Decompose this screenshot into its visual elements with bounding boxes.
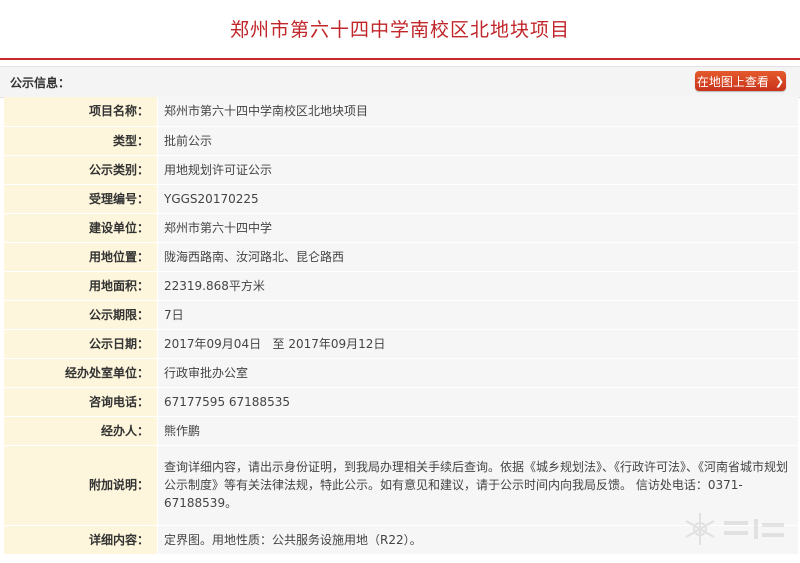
row-office: 经办处室单位： 行政审批办公室 <box>4 358 798 388</box>
label-notes: 附加说明： <box>4 445 158 526</box>
value-office: 行政审批办公室 <box>157 358 798 388</box>
label-dates: 公示日期： <box>4 329 158 359</box>
value-builder: 郑州市第六十四中学 <box>157 213 798 243</box>
page: 郑州市第六十四中学南校区北地块项目 公示信息： 在地图上查看 ❯ 项目名称： 郑… <box>0 0 800 563</box>
value-acceptance-number: YGGS20170225 <box>157 184 798 214</box>
value-area: 22319.868平方米 <box>157 271 798 301</box>
value-dates: 2017年09月04日 至 2017年09月12日 <box>157 329 798 359</box>
value-phone: 67177595 67188535 <box>157 387 798 417</box>
value-handler: 熊作鹏 <box>157 416 798 446</box>
row-notes: 附加说明： 查询详细内容，请出示身份证明，到我局办理相关手续后查询。依据《城乡规… <box>4 445 798 526</box>
label-type: 类型： <box>4 126 158 156</box>
label-office: 经办处室单位： <box>4 358 158 388</box>
row-dates: 公示日期： 2017年09月04日 至 2017年09月12日 <box>4 329 798 359</box>
row-location: 用地位置： 陇海西路南、汝河路北、昆仑路西 <box>4 242 798 272</box>
info-header: 公示信息： 在地图上查看 ❯ <box>0 66 800 98</box>
row-period: 公示期限： 7日 <box>4 300 798 330</box>
view-on-map-label: 在地图上查看 <box>696 74 769 89</box>
row-category: 公示类别： 用地规划许可证公示 <box>4 155 798 185</box>
label-details: 详细内容： <box>4 525 158 555</box>
row-acceptance-number: 受理编号： YGGS20170225 <box>4 184 798 214</box>
chevron-right-icon: ❯ <box>774 74 785 88</box>
label-location: 用地位置： <box>4 242 158 272</box>
row-phone: 咨询电话： 67177595 67188535 <box>4 387 798 417</box>
value-details: 定界图。用地性质：公共服务设施用地（R22）。 <box>157 525 798 555</box>
value-location: 陇海西路南、汝河路北、昆仑路西 <box>157 242 798 272</box>
row-builder: 建设单位： 郑州市第六十四中学 <box>4 213 798 243</box>
label-phone: 咨询电话： <box>4 387 158 417</box>
title-bar: 郑州市第六十四中学南校区北地块项目 <box>0 0 800 60</box>
label-acceptance-number: 受理编号： <box>4 184 158 214</box>
value-notes: 查询详细内容，请出示身份证明，到我局办理相关手续后查询。依据《城乡规划法》、《行… <box>157 445 798 526</box>
value-category: 用地规划许可证公示 <box>157 155 798 185</box>
row-type: 类型： 批前公示 <box>4 126 798 156</box>
label-project-name: 项目名称： <box>4 97 158 127</box>
page-title: 郑州市第六十四中学南校区北地块项目 <box>229 19 570 41</box>
row-project-name: 项目名称： 郑州市第六十四中学南校区北地块项目 <box>4 97 798 127</box>
row-handler: 经办人： 熊作鹏 <box>4 416 798 446</box>
value-period: 7日 <box>157 300 798 330</box>
label-period: 公示期限： <box>4 300 158 330</box>
row-area: 用地面积： 22319.868平方米 <box>4 271 798 301</box>
label-area: 用地面积： <box>4 271 158 301</box>
row-details: 详细内容： 定界图。用地性质：公共服务设施用地（R22）。 <box>4 525 798 555</box>
details-table: 项目名称： 郑州市第六十四中学南校区北地块项目 类型： 批前公示 公示类别： 用… <box>4 97 798 555</box>
value-project-name: 郑州市第六十四中学南校区北地块项目 <box>157 97 798 127</box>
view-on-map-button[interactable]: 在地图上查看 ❯ <box>695 71 786 91</box>
label-category: 公示类别： <box>4 155 158 185</box>
info-header-label: 公示信息： <box>10 76 71 90</box>
value-type: 批前公示 <box>157 126 798 156</box>
label-handler: 经办人： <box>4 416 158 446</box>
label-builder: 建设单位： <box>4 213 158 243</box>
